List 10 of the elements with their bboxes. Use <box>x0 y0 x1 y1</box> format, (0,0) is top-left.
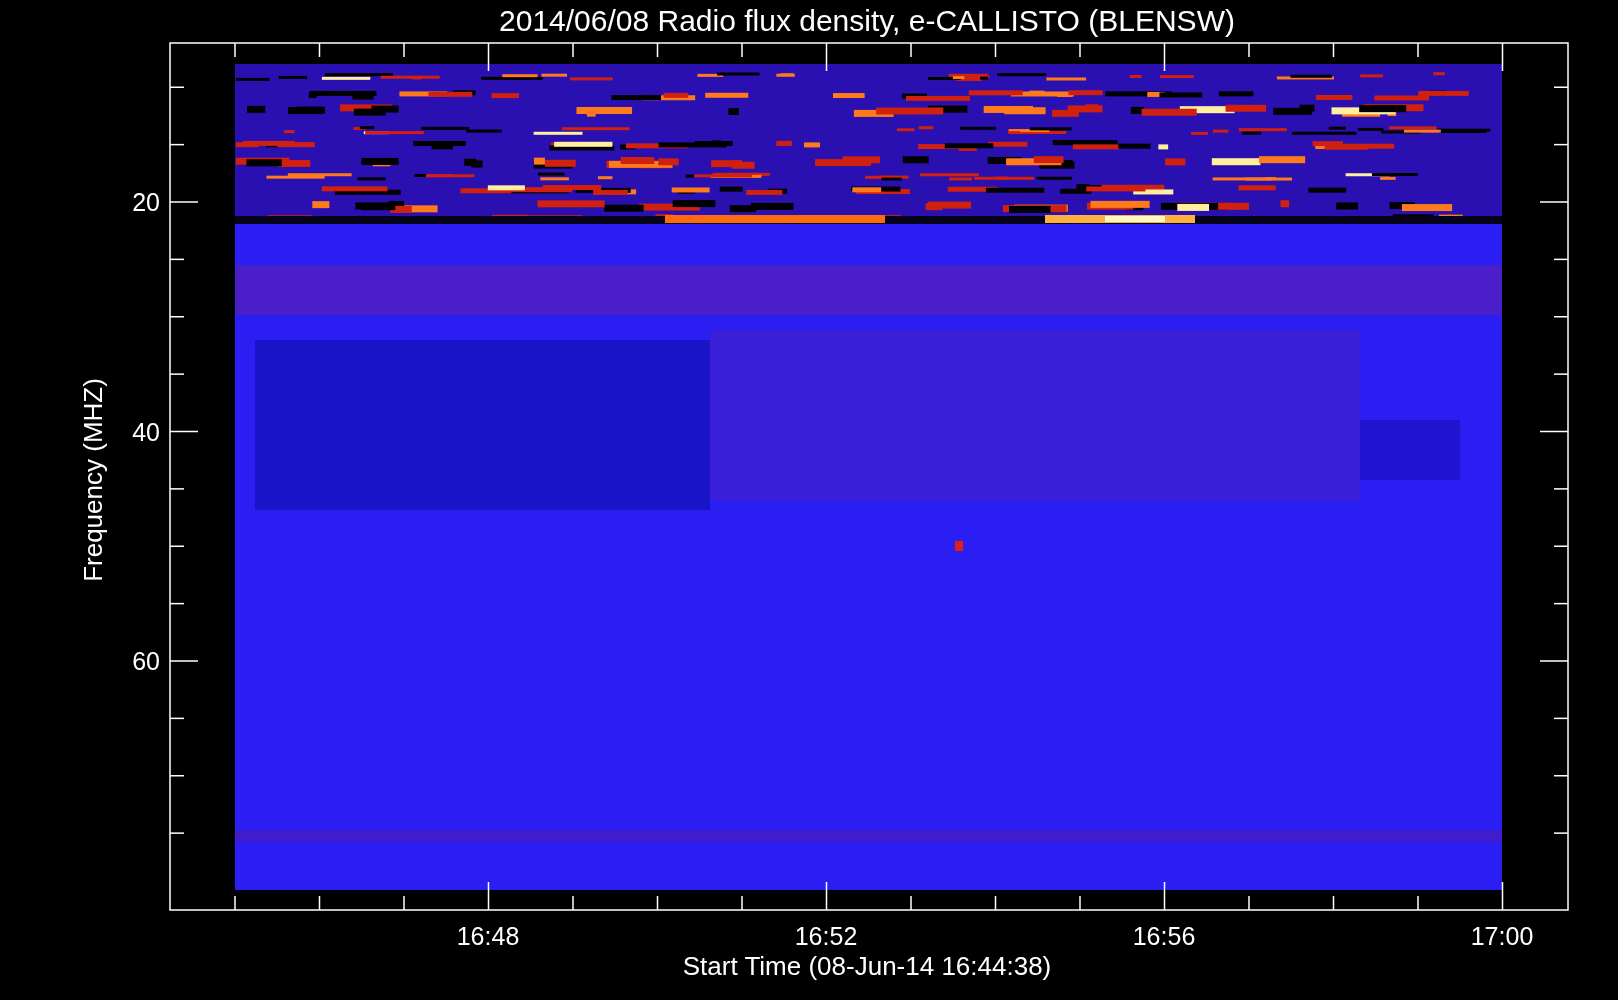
y-tick-label: 20 <box>132 188 160 216</box>
x-tick-label: 16:48 <box>456 922 520 950</box>
y-tick-label: 40 <box>132 417 160 446</box>
y-axis-label: Frequency (MHZ) <box>78 378 108 582</box>
x-tick-label: 17:00 <box>1470 922 1534 950</box>
x-tick-label: 16:56 <box>1132 922 1196 950</box>
x-tick-label: 16:52 <box>794 922 858 950</box>
y-tick-label: 60 <box>132 647 160 675</box>
x-axis-label: Start Time (08-Jun-14 16:44:38) <box>682 951 1052 981</box>
plot-title: 2014/06/08 Radio flux density, e-CALLISTO (BLENSW) <box>499 4 1235 37</box>
